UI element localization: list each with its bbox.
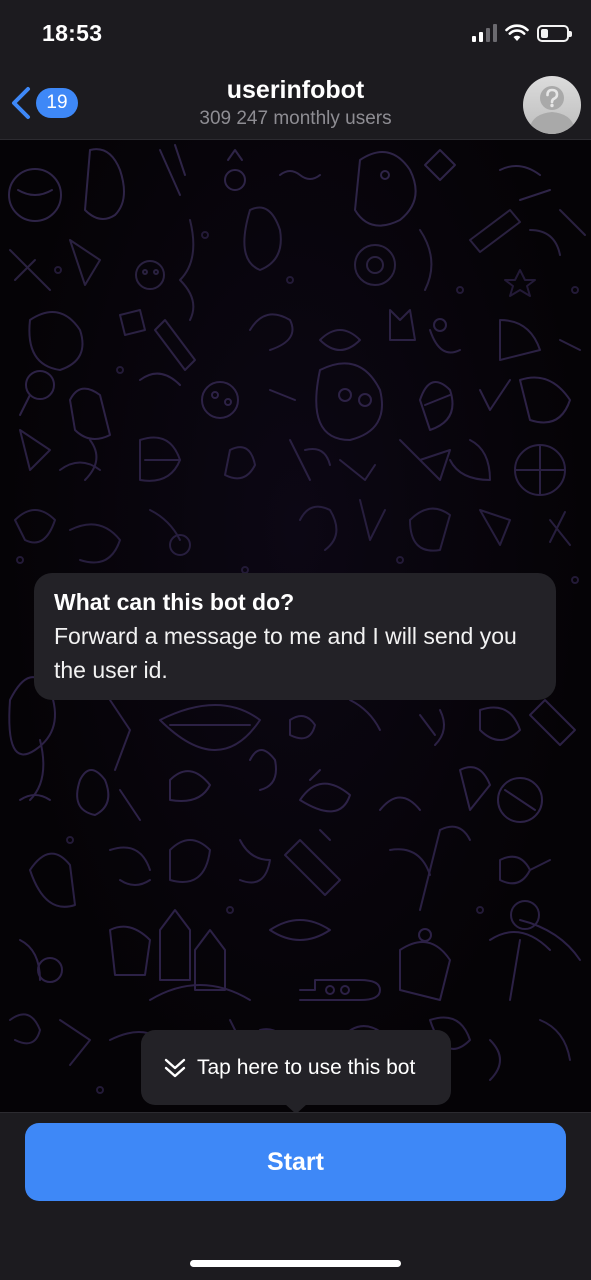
tooltip-text: Tap here to use this bot: [197, 1055, 416, 1079]
signal-icon: [472, 24, 497, 42]
chat-title-area[interactable]: userinfobot 309 247 monthly users: [0, 76, 591, 130]
bot-description-text: Forward a message to me and I will send …: [54, 623, 517, 683]
home-indicator[interactable]: [190, 1260, 401, 1267]
avatar[interactable]: [523, 76, 581, 134]
bot-description-title: What can this bot do?: [54, 589, 295, 615]
telegram-bot-chat-screen: 18:53 19 userinfobot 309 247 monthly use…: [0, 0, 591, 1280]
question-mark-icon: [529, 86, 575, 134]
battery-icon: [537, 24, 572, 42]
bot-description-bubble: What can this bot do? Forward a message …: [34, 573, 556, 700]
status-icons: [472, 24, 572, 42]
status-time: 18:53: [42, 20, 103, 46]
start-button[interactable]: Start: [25, 1123, 566, 1201]
bottom-bar: Start: [0, 1112, 591, 1280]
chat-title: userinfobot: [226, 76, 365, 104]
top-bar: 18:53 19 userinfobot 309 247 monthly use…: [0, 0, 591, 140]
use-bot-tooltip[interactable]: Tap here to use this bot: [141, 1030, 451, 1114]
chevron-down-double-icon: [164, 1058, 186, 1077]
wifi-icon: [505, 24, 529, 41]
chat-subtitle: 309 247 monthly users: [199, 108, 392, 129]
